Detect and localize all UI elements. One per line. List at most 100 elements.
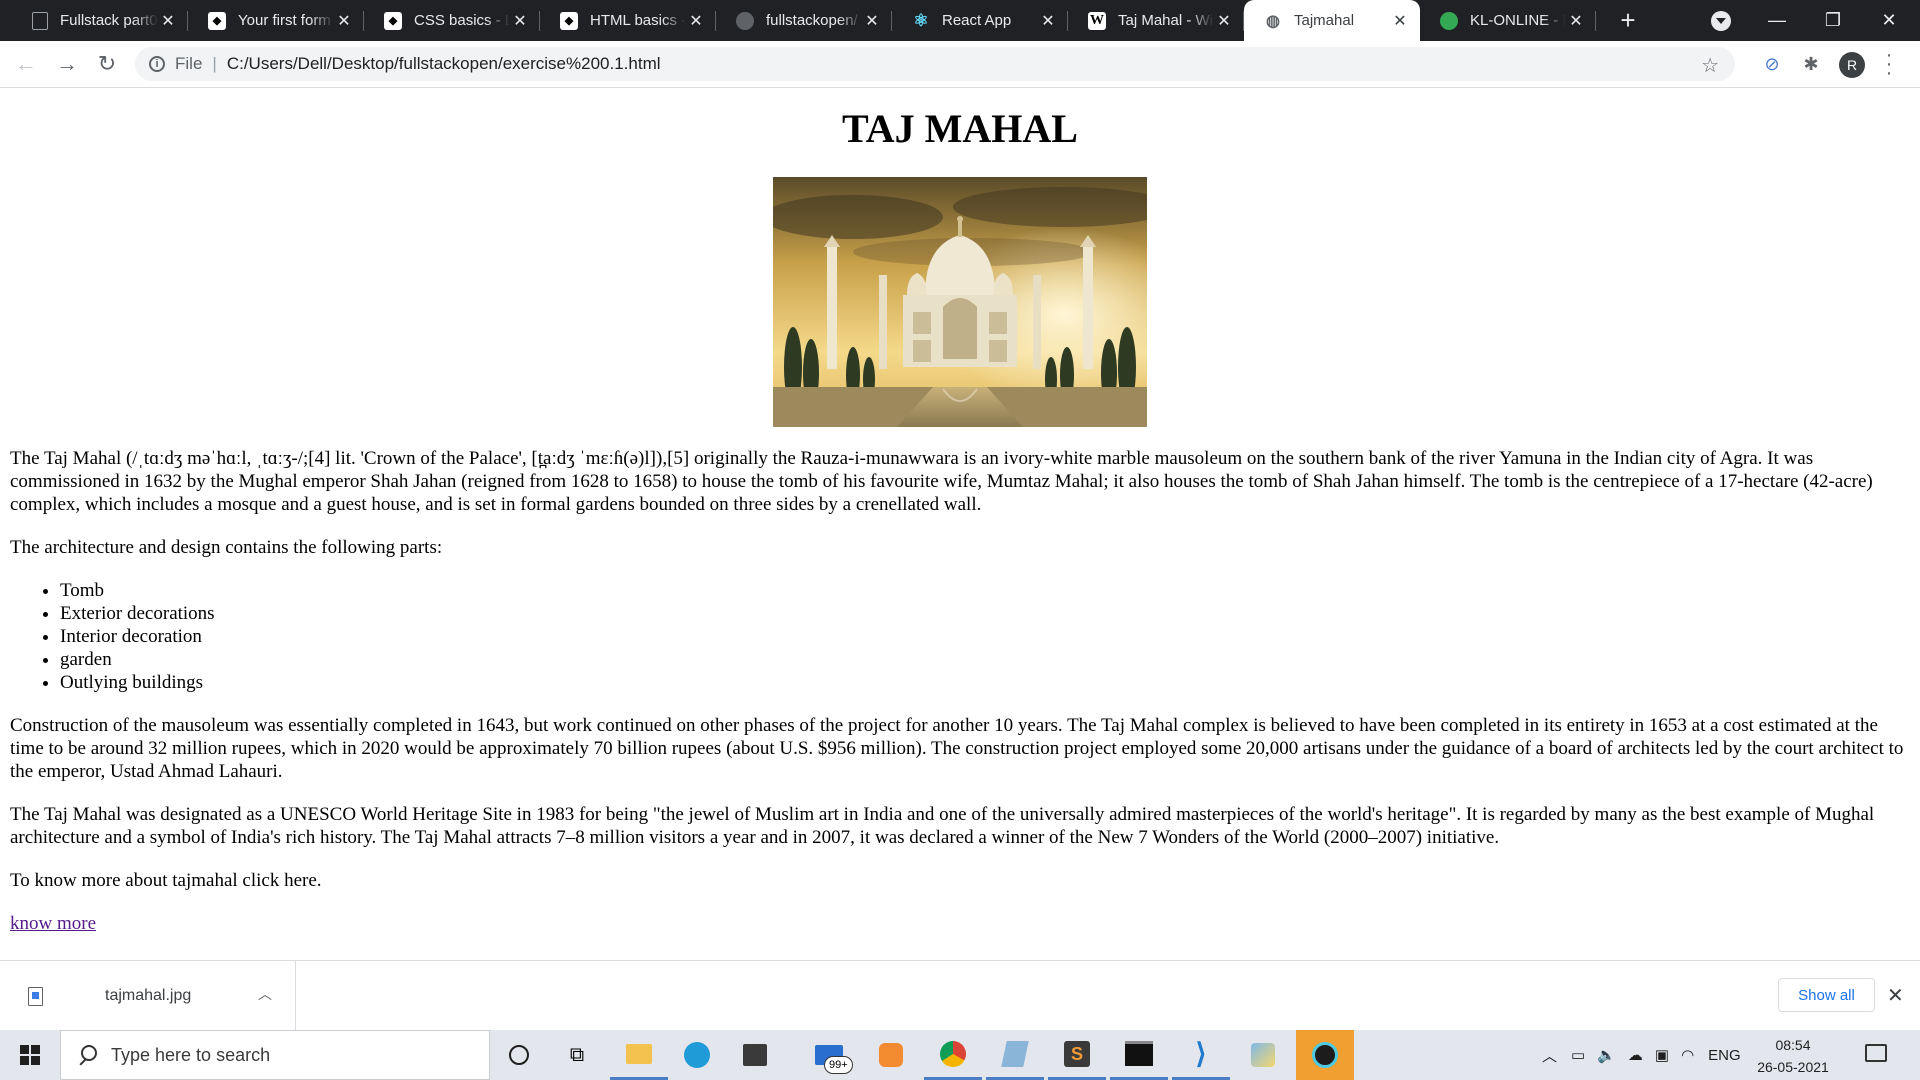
search-icon <box>77 1045 97 1065</box>
list-item: Interior decoration <box>60 625 1910 648</box>
extension-compass-icon[interactable]: ⊘ <box>1762 54 1782 74</box>
notepad-icon[interactable] <box>986 1030 1044 1080</box>
chevron-up-icon[interactable]: ︿ <box>258 984 272 1004</box>
taskbar-search[interactable]: Type here to search <box>60 1030 490 1080</box>
download-file-name: tajmahal.jpg <box>105 987 192 1004</box>
bookmark-star-icon[interactable]: ☆ <box>1701 53 1719 78</box>
tab-close-icon[interactable]: ✕ <box>1214 11 1234 31</box>
tab-tajmahal[interactable]: ◍ Tajmahal ✕ <box>1244 0 1420 41</box>
react-icon: ⚛ <box>913 10 929 30</box>
moodle-icon <box>1440 11 1458 30</box>
restore-icon[interactable]: ❐ <box>1805 0 1861 41</box>
info-icon[interactable]: i <box>149 56 165 72</box>
minimize-icon[interactable]: — <box>1749 0 1805 41</box>
list-item: Tomb <box>60 579 1910 602</box>
unesco-paragraph: The Taj Mahal was designated as a UNESCO… <box>10 804 1875 848</box>
url-text[interactable]: C:/Users/Dell/Desktop/fullstackopen/exer… <box>227 54 661 74</box>
tab-title: HTML basics - Learn <box>590 12 686 29</box>
image-file-icon <box>28 987 43 1006</box>
mdn-icon: ◆ <box>384 11 402 30</box>
list-item: Outlying buildings <box>60 671 1910 694</box>
construction-paragraph: Construction of the mausoleum was essent… <box>10 715 1904 782</box>
file-explorer-icon[interactable] <box>610 1030 668 1080</box>
tab-separator <box>1595 11 1596 31</box>
download-item[interactable]: tajmahal.jpg ︿ <box>0 961 296 1031</box>
tab-close-icon[interactable]: ✕ <box>686 11 706 31</box>
store-icon[interactable] <box>726 1030 784 1080</box>
paint-icon[interactable] <box>1234 1030 1292 1080</box>
address-bar[interactable]: i File | C:/Users/Dell/Desktop/fullstack… <box>135 47 1735 81</box>
language-indicator[interactable]: ENG <box>1708 1047 1741 1064</box>
tab-title: fullstackopen/ <box>766 12 858 29</box>
tab-close-icon[interactable]: ✕ <box>862 11 882 31</box>
tab-github-fullstackopen[interactable]: fullstackopen/ ✕ <box>716 0 892 41</box>
reload-icon[interactable]: ↻ <box>93 50 121 78</box>
wifi-icon[interactable]: ◠ <box>1681 1046 1694 1064</box>
taj-mahal-illustration <box>773 177 1147 427</box>
page-title: TAJ MAHAL <box>842 106 1078 151</box>
system-tray: ︿ ▭ 🔈 ☁ ▣ ◠ ENG <box>1542 1030 1741 1080</box>
taskbar-clock[interactable]: 08:54 26-05-2021 <box>1748 1034 1838 1078</box>
close-icon[interactable]: ✕ <box>1887 983 1904 1008</box>
edge-icon[interactable] <box>668 1030 726 1080</box>
intro-paragraph: The Taj Mahal (/ˌtɑːdʒ məˈhɑːl, ˌtɑːʒ-/;… <box>10 448 1873 515</box>
tab-fullstack-part0[interactable]: Fullstack part0 ✕ <box>12 0 188 41</box>
tab-close-icon[interactable]: ✕ <box>158 11 178 31</box>
tab-react-app[interactable]: ⚛ React App ✕ <box>892 0 1068 41</box>
volume-icon[interactable]: 🔈 <box>1597 1046 1616 1064</box>
tray-chevron-icon[interactable]: ︿ <box>1542 1045 1557 1066</box>
mdn-icon: ◆ <box>208 11 226 30</box>
kebab-menu-icon[interactable]: · · · <box>1884 45 1894 83</box>
parts-list: Tomb Exterior decorations Interior decor… <box>10 579 1910 694</box>
command-prompt-icon[interactable] <box>1110 1030 1168 1080</box>
profile-avatar[interactable]: R <box>1839 52 1865 78</box>
paint-3d-icon[interactable] <box>862 1030 920 1080</box>
start-button[interactable] <box>0 1030 60 1080</box>
search-placeholder: Type here to search <box>111 1044 271 1065</box>
parts-intro: The architecture and design contains the… <box>10 537 443 558</box>
moodle-app-icon[interactable] <box>1296 1030 1354 1080</box>
list-item: garden <box>60 648 1910 671</box>
notification-center-icon[interactable] <box>1865 1044 1887 1062</box>
tab-title: Tajmahal <box>1294 12 1355 29</box>
vscode-icon[interactable]: ⟩ <box>1172 1030 1230 1080</box>
tab-html-basics[interactable]: ◆ HTML basics - Learn ✕ <box>540 0 716 41</box>
blank-page-icon <box>32 11 48 30</box>
page-content: TAJ MAHAL The Taj Mahal (/ˌtɑːdʒ məˈhɑːl… <box>0 88 1920 960</box>
download-shelf: tajmahal.jpg ︿ Show all ✕ <box>0 960 1920 1031</box>
list-item: Exterior decorations <box>60 602 1910 625</box>
onedrive-icon[interactable]: ☁ <box>1628 1046 1643 1064</box>
cortana-icon[interactable] <box>490 1030 548 1080</box>
tab-title: React App <box>942 12 1012 29</box>
tab-title: Fullstack part0 <box>60 12 158 29</box>
task-view-icon[interactable]: ⧉ <box>548 1030 606 1080</box>
tab-close-icon[interactable]: ✕ <box>1390 11 1410 31</box>
windows-logo-icon <box>20 1045 40 1065</box>
forward-arrow-icon[interactable]: → <box>53 50 81 78</box>
tab-wikipedia[interactable]: W Taj Mahal - Wikipedia ✕ <box>1068 0 1244 41</box>
taj-mahal-image <box>773 177 1147 427</box>
wikipedia-icon: W <box>1088 11 1106 30</box>
new-tab-button[interactable]: + <box>1613 6 1643 36</box>
sublime-text-icon[interactable]: S <box>1048 1030 1106 1080</box>
tab-close-icon[interactable]: ✕ <box>1566 11 1586 31</box>
github-icon <box>736 11 754 30</box>
tab-css-basics[interactable]: ◆ CSS basics - Learn ✕ <box>364 0 540 41</box>
battery-icon[interactable]: ▭ <box>1571 1046 1585 1064</box>
extensions-puzzle-icon[interactable]: ✱ <box>1801 54 1821 74</box>
meet-now-icon[interactable]: ▣ <box>1655 1046 1669 1064</box>
tab-close-icon[interactable]: ✕ <box>334 11 354 31</box>
back-arrow-icon[interactable]: ← <box>12 50 40 78</box>
tab-close-icon[interactable]: ✕ <box>510 11 530 31</box>
tab-close-icon[interactable]: ✕ <box>1038 11 1058 31</box>
close-window-icon[interactable]: ✕ <box>1861 0 1917 41</box>
know-more-paragraph: know more <box>10 912 1910 935</box>
tab-your-first-form[interactable]: ◆ Your first form ✕ <box>188 0 364 41</box>
show-all-button[interactable]: Show all <box>1778 978 1875 1012</box>
know-more-link[interactable]: know more <box>10 913 96 934</box>
know-more-text: To know more about tajmahal click here. <box>10 870 322 891</box>
chrome-icon[interactable] <box>924 1030 982 1080</box>
mail-icon[interactable]: 99+ <box>800 1030 858 1080</box>
tab-search-icon[interactable] <box>1711 11 1731 31</box>
tab-kl-online[interactable]: KL-ONLINE - Moodle ✕ <box>1420 0 1596 41</box>
